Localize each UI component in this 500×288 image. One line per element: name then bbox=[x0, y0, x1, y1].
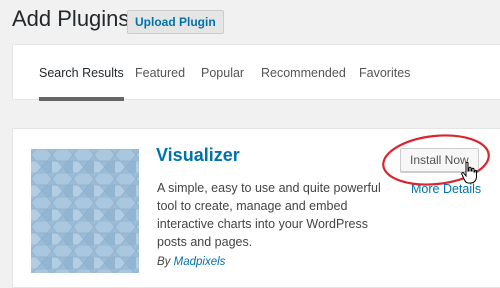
hexagon-pattern-icon[interactable] bbox=[31, 149, 139, 273]
more-details-link[interactable]: More Details bbox=[411, 182, 481, 196]
plugin-name-link[interactable]: Visualizer bbox=[156, 145, 240, 166]
page-header: Add Plugins Upload Plugin bbox=[0, 0, 500, 42]
page-title: Add Plugins bbox=[12, 6, 130, 31]
tab-popular[interactable]: Popular bbox=[201, 45, 244, 101]
tab-recommended[interactable]: Recommended bbox=[261, 45, 346, 101]
plugin-author: By Madpixels bbox=[157, 256, 225, 268]
tab-featured[interactable]: Featured bbox=[135, 45, 185, 101]
plugin-card: Visualizer A simple, easy to use and qui… bbox=[12, 128, 500, 288]
filter-tabs: Search Results Featured Popular Recommen… bbox=[12, 44, 500, 101]
tab-favorites[interactable]: Favorites bbox=[359, 45, 410, 101]
author-link[interactable]: Madpixels bbox=[174, 256, 226, 268]
upload-plugin-button[interactable]: Upload Plugin bbox=[127, 10, 224, 34]
tab-search-results[interactable]: Search Results bbox=[39, 45, 124, 101]
author-prefix: By bbox=[157, 256, 171, 268]
plugin-description: A simple, easy to use and quite powerful… bbox=[157, 181, 381, 249]
install-now-button[interactable]: Install Now bbox=[400, 148, 479, 172]
